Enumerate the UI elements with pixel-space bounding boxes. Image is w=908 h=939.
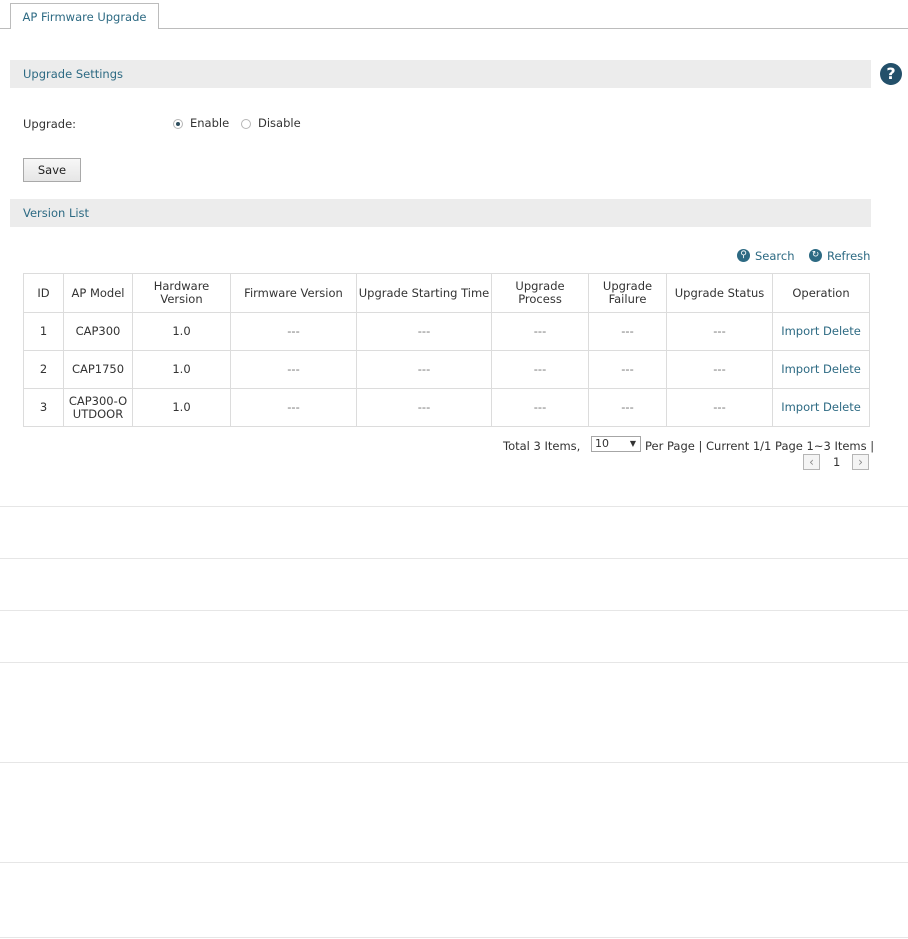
divider bbox=[0, 937, 908, 938]
divider bbox=[0, 662, 908, 663]
column-header: Upgrade Status bbox=[666, 273, 773, 313]
version-list-header: Version List bbox=[10, 199, 871, 227]
import-link[interactable]: Import bbox=[781, 324, 819, 338]
cell-start: --- bbox=[356, 388, 492, 427]
search-button[interactable]: Search bbox=[755, 249, 795, 263]
disable-radio[interactable] bbox=[241, 119, 251, 129]
cell-failure: --- bbox=[588, 388, 667, 427]
pager-total: Total 3 Items, bbox=[503, 439, 581, 453]
upgrade-label: Upgrade: bbox=[23, 117, 77, 131]
pager-info: Per Page | Current 1/1 Page 1~3 Items | bbox=[645, 439, 875, 453]
column-header: AP Model bbox=[63, 273, 133, 313]
column-header: Upgrade Process bbox=[491, 273, 589, 313]
column-header: ID bbox=[23, 273, 64, 313]
column-header: Upgrade Failure bbox=[588, 273, 667, 313]
tab-ap-firmware-upgrade[interactable]: AP Firmware Upgrade bbox=[10, 3, 159, 28]
cell-model: CAP300 bbox=[63, 312, 133, 351]
cell-id: 3 bbox=[23, 388, 64, 427]
table-header-row: ID AP Model Hardware Version Firmware Ve… bbox=[23, 273, 870, 313]
cell-failure: --- bbox=[588, 312, 667, 351]
version-list-title: Version List bbox=[23, 206, 90, 220]
cell-fw: --- bbox=[230, 312, 357, 351]
column-header: Firmware Version bbox=[230, 273, 357, 313]
import-link[interactable]: Import bbox=[781, 362, 819, 376]
table-row: 3 CAP300-OUTDOOR 1.0 --- --- --- --- ---… bbox=[23, 388, 870, 427]
enable-label[interactable]: Enable bbox=[190, 116, 229, 130]
per-page-select[interactable]: 10 ▼ bbox=[591, 436, 641, 452]
upgrade-settings-title: Upgrade Settings bbox=[23, 67, 123, 81]
cell-hw: 1.0 bbox=[132, 350, 231, 389]
cell-model: CAP300-OUTDOOR bbox=[63, 388, 133, 427]
cell-start: --- bbox=[356, 312, 492, 351]
cell-status: --- bbox=[666, 388, 773, 427]
delete-link[interactable]: Delete bbox=[823, 400, 861, 414]
delete-link[interactable]: Delete bbox=[823, 324, 861, 338]
upgrade-settings-header: Upgrade Settings bbox=[10, 60, 871, 88]
cell-operation: Import Delete bbox=[772, 350, 870, 389]
dropdown-caret-icon: ▼ bbox=[629, 439, 636, 448]
import-link[interactable]: Import bbox=[781, 400, 819, 414]
cell-process: --- bbox=[491, 388, 589, 427]
tab-cover bbox=[11, 28, 158, 29]
refresh-icon[interactable]: ↻ bbox=[809, 249, 822, 262]
tab-label: AP Firmware Upgrade bbox=[22, 10, 147, 24]
current-page-number[interactable]: 1 bbox=[833, 455, 840, 469]
cell-process: --- bbox=[491, 350, 589, 389]
table-row: 2 CAP1750 1.0 --- --- --- --- --- Import… bbox=[23, 350, 870, 389]
help-icon[interactable]: ? bbox=[880, 63, 902, 85]
cell-start: --- bbox=[356, 350, 492, 389]
cell-process: --- bbox=[491, 312, 589, 351]
per-page-value: 10 bbox=[595, 437, 609, 450]
refresh-button[interactable]: Refresh bbox=[827, 249, 870, 263]
cell-fw: --- bbox=[230, 388, 357, 427]
cell-hw: 1.0 bbox=[132, 312, 231, 351]
table-row: 1 CAP300 1.0 --- --- --- --- --- Import … bbox=[23, 312, 870, 351]
enable-radio[interactable] bbox=[173, 119, 183, 129]
save-button[interactable]: Save bbox=[23, 158, 81, 182]
divider bbox=[0, 506, 908, 507]
divider bbox=[0, 762, 908, 763]
version-table: ID AP Model Hardware Version Firmware Ve… bbox=[23, 273, 870, 427]
cell-operation: Import Delete bbox=[772, 388, 870, 427]
column-header: Operation bbox=[772, 273, 870, 313]
cell-model: CAP1750 bbox=[63, 350, 133, 389]
delete-link[interactable]: Delete bbox=[823, 362, 861, 376]
divider bbox=[0, 610, 908, 611]
cell-fw: --- bbox=[230, 350, 357, 389]
cell-failure: --- bbox=[588, 350, 667, 389]
cell-status: --- bbox=[666, 350, 773, 389]
cell-id: 2 bbox=[23, 350, 64, 389]
divider bbox=[0, 558, 908, 559]
disable-label[interactable]: Disable bbox=[258, 116, 301, 130]
chevron-right-icon[interactable]: › bbox=[852, 454, 869, 470]
search-icon[interactable]: ⚲ bbox=[737, 249, 750, 262]
column-header: Hardware Version bbox=[132, 273, 231, 313]
cell-operation: Import Delete bbox=[772, 312, 870, 351]
chevron-left-icon[interactable]: ‹ bbox=[803, 454, 820, 470]
cell-id: 1 bbox=[23, 312, 64, 351]
divider bbox=[0, 862, 908, 863]
cell-hw: 1.0 bbox=[132, 388, 231, 427]
column-header: Upgrade Starting Time bbox=[356, 273, 492, 313]
cell-status: --- bbox=[666, 312, 773, 351]
